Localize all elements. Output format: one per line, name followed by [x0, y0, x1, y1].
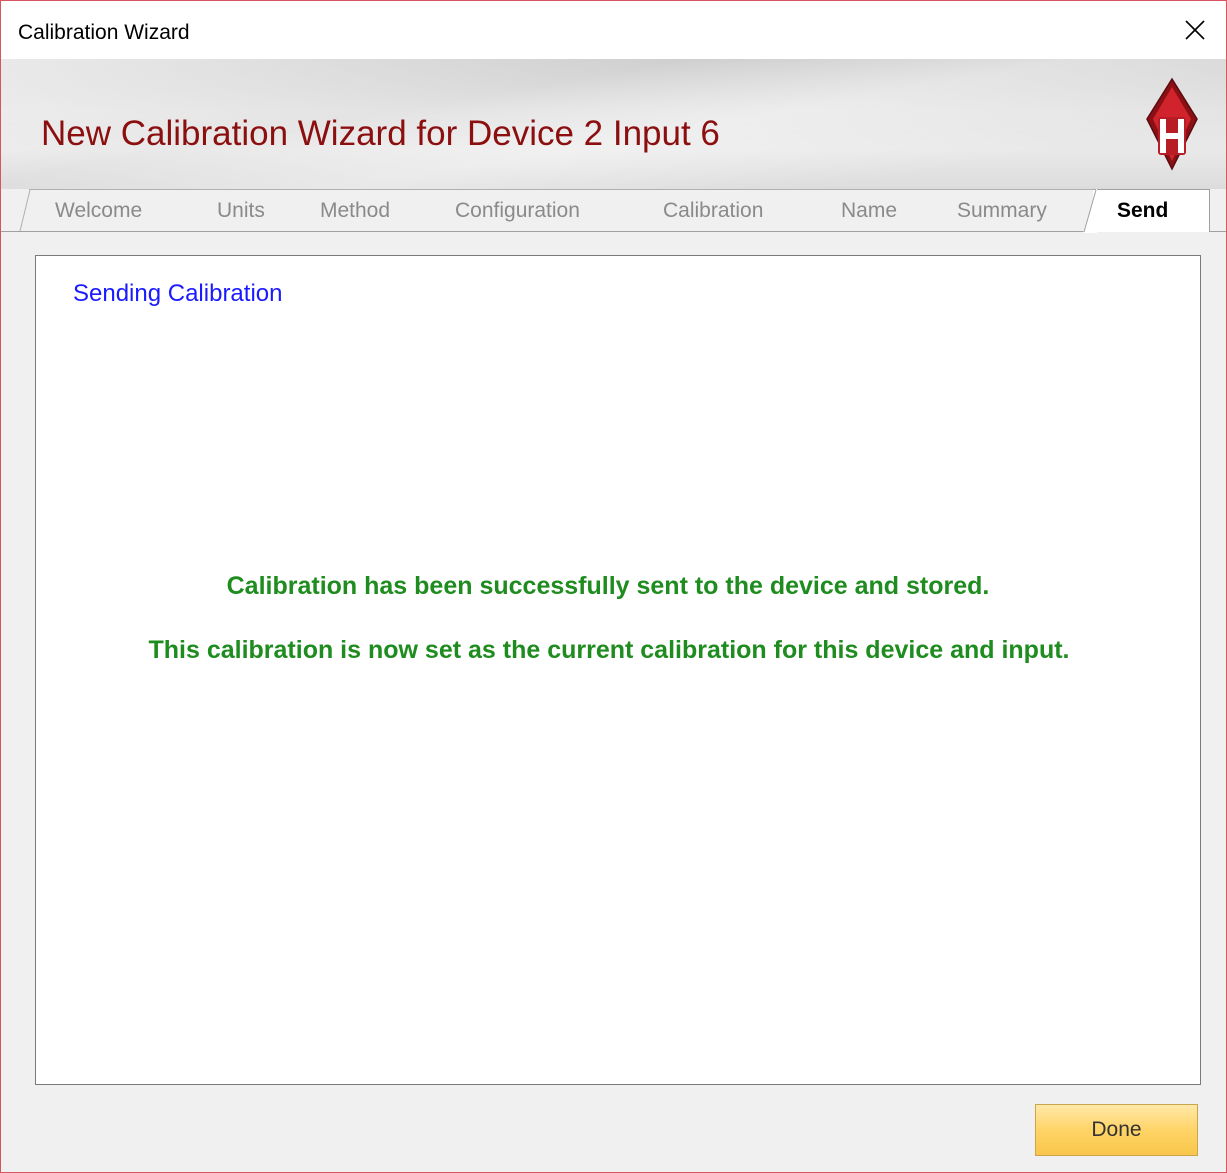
- tab-label: Send: [1117, 199, 1169, 222]
- tab-welcome[interactable]: Welcome: [29, 189, 204, 231]
- done-button[interactable]: Done: [1035, 1104, 1198, 1156]
- tab-label: Welcome: [55, 199, 143, 222]
- wizard-banner: New Calibration Wizard for Device 2 Inpu…: [1, 59, 1226, 189]
- tab-calibration[interactable]: Calibration: [649, 189, 828, 231]
- tab-edge: [19, 189, 31, 232]
- window-title: Calibration Wizard: [18, 21, 190, 44]
- tab-method[interactable]: Method: [306, 189, 442, 231]
- tab-label: Calibration: [663, 199, 764, 222]
- tab-summary[interactable]: Summary: [943, 189, 1103, 231]
- tab-label: Configuration: [455, 199, 580, 222]
- content-panel: Sending Calibration Calibration has been…: [35, 255, 1201, 1085]
- title-bar: Calibration Wizard: [1, 1, 1226, 59]
- logo-icon: [1146, 77, 1198, 171]
- tab-name[interactable]: Name: [827, 189, 944, 231]
- section-heading: Sending Calibration: [73, 280, 283, 307]
- tab-configuration[interactable]: Configuration: [441, 189, 650, 231]
- tab-label: Summary: [957, 199, 1047, 222]
- close-button[interactable]: [1164, 1, 1226, 59]
- tab-units[interactable]: Units: [203, 189, 307, 231]
- success-message: Calibration has been successfully sent t…: [226, 572, 990, 600]
- tab-label: Units: [217, 199, 265, 222]
- tab-edge: [1083, 189, 1097, 233]
- calibration-wizard-window: Calibration Wizard New Calibration Wizar…: [0, 0, 1227, 1173]
- tab-label: Method: [320, 199, 391, 222]
- tab-send[interactable]: Send: [1093, 189, 1210, 232]
- current-calibration-message: This calibration is now set as the curre…: [148, 636, 1070, 664]
- tab-label: Name: [841, 199, 898, 222]
- close-icon: [1185, 20, 1205, 40]
- wizard-title: New Calibration Wizard for Device 2 Inpu…: [41, 114, 720, 153]
